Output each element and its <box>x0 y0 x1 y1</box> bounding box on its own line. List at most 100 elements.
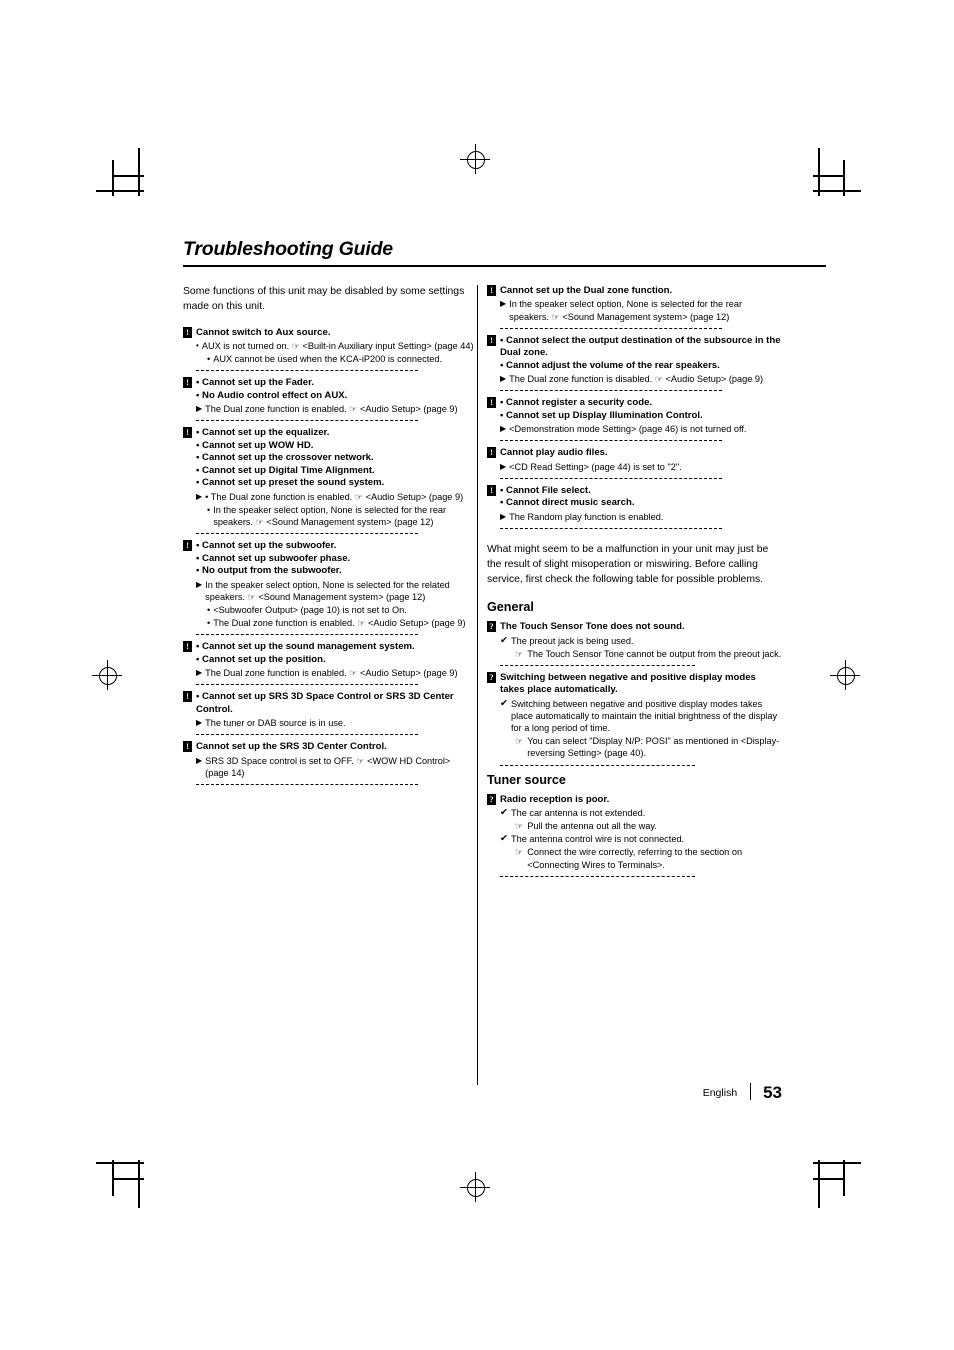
entry-symptom: • No Audio control effect on AUX. <box>196 389 348 401</box>
entry-symptom: • Cannot set up preset the sound system. <box>196 477 385 489</box>
entry-cause: ▶ The Dual zone function is enabled. ☞ <A… <box>196 403 475 415</box>
entry-text: AUX is not turned on. ☞ <Built-in Auxili… <box>201 341 474 351</box>
entry-cause: ✔ Switching between negative and positive… <box>500 698 782 734</box>
troubleshooting-entry: ? Radio reception is poor. ✔ The car antenn… <box>487 793 782 871</box>
entry-header: ! • Cannot set up the sound management sy… <box>183 641 475 666</box>
entry-cause: ▶ In the speaker select option, None is s… <box>500 298 782 322</box>
entry-symptom-lines: • Cannot set up the equalizer. • Cannot s… <box>196 427 384 489</box>
registration-mark-top <box>460 144 490 174</box>
arrow-icon: ▶ <box>196 668 203 678</box>
entry-divider <box>196 784 418 785</box>
check-icon: ✔ <box>500 806 508 818</box>
registration-mark-left <box>92 660 122 690</box>
entry-text: • The Dual zone function is enabled. ☞ <… <box>205 491 464 502</box>
question-badge-icon: ? <box>487 793 496 805</box>
section-heading: General <box>487 600 534 615</box>
entry-divider <box>196 420 418 422</box>
intro-paragraph-left: Some functions of this unit may be disab… <box>183 286 465 312</box>
entry-header: ! • Cannot select the output destination … <box>487 334 782 372</box>
hand-icon: ☞ <box>515 648 524 659</box>
intro-paragraph-right: What might seem to be a malfunction in y… <box>487 544 769 585</box>
entry-symptom: • No output from the subwoofer. <box>196 565 342 577</box>
entry-text: The preout jack is being used. <box>510 635 634 646</box>
crop-mark-top-left-h <box>96 190 144 192</box>
entry-cause: ▶ In the speaker select option, None is s… <box>196 579 475 603</box>
entry-symptom: • Cannot adjust the volume of the rear s… <box>500 359 720 371</box>
entry-cause: ✔ The preout jack is being used. <box>500 635 782 647</box>
warning-badge-icon: ! <box>183 377 192 389</box>
right-entry-list: ! Cannot set up the Dual zone function. ▶ I… <box>487 285 782 530</box>
entry-text: Connect the wire correctly, referring to… <box>527 847 743 870</box>
footer-language: English <box>702 1087 738 1099</box>
entry-text: Pull the antenna out all the way. <box>527 821 657 832</box>
entry-header: ? Switching between negative and positive… <box>487 671 782 697</box>
troubleshooting-entry: ! • Cannot select the output destination … <box>487 334 782 386</box>
troubleshooting-entry: ! Cannot set up the Dual zone function. ▶ I… <box>487 285 782 323</box>
entry-cause: ▶ SRS 3D Space control is set to OFF. ☞ <… <box>196 755 475 779</box>
warning-badge-icon: ! <box>487 484 496 496</box>
entry-text: <Demonstration mode Setting> (page 46) i… <box>509 424 747 435</box>
entry-text: The Touch Sensor Tone cannot be output f… <box>527 648 782 659</box>
troubleshooting-entry: ! • Cannot set up SRS 3D Space Control or… <box>183 691 475 729</box>
entry-divider <box>500 528 722 530</box>
entry-symptom: • Cannot File select. <box>500 484 591 496</box>
entry-symptom-lines: Cannot switch to Aux source. <box>196 327 331 339</box>
crop-mark-top-left-v <box>138 148 140 196</box>
entry-symptom: • Cannot select the output destination o… <box>500 334 781 359</box>
entry-text: <CD Read Setting> (page 44) is set to "2… <box>509 461 682 472</box>
entry-text: The Dual zone function is disabled. ☞ <A… <box>509 374 764 385</box>
entry-text: SRS 3D Space control is set to OFF. ☞ <W… <box>205 755 451 778</box>
warning-badge-icon: ! <box>183 540 192 552</box>
arrow-icon: ▶ <box>500 374 507 384</box>
arrow-icon: ▶ <box>196 718 203 728</box>
crop-mark-bottom-left-h2 <box>112 1178 144 1180</box>
warning-badge-icon: ! <box>183 326 192 338</box>
check-icon: ✔ <box>500 697 508 709</box>
entry-divider <box>500 390 722 392</box>
arrow-icon: ▶ <box>500 511 507 521</box>
entry-text: You can select "Display N/P: POSI" as me… <box>527 736 780 759</box>
entry-symptom: • Cannot register a security code. <box>500 397 653 409</box>
entry-symptom: • Cannot set up the sound management sys… <box>196 641 415 653</box>
hand-icon: ☞ <box>515 821 524 832</box>
crop-mark-top-right-h <box>813 190 861 192</box>
entry-symptom: Cannot play audio files. <box>500 447 608 459</box>
entry-symptom: • Cannot set up WOW HD. <box>196 439 314 451</box>
entry-text: In the speaker select option, None is se… <box>205 579 450 602</box>
troubleshooting-entry: ! Cannot play audio files. ▶ <CD Read Setti… <box>487 447 782 473</box>
troubleshooting-entry: ! • Cannot set up the sound management sy… <box>183 641 475 679</box>
crop-mark-top-left-v2 <box>112 160 114 196</box>
section-list: General? The Touch Sensor Tone does not s… <box>487 599 782 877</box>
entry-symptom-lines: Radio reception is poor. <box>500 794 609 806</box>
page-title: Troubleshooting Guide <box>183 238 393 260</box>
arrow-icon: ▶ <box>500 299 507 309</box>
entry-symptom: • Cannot set up the equalizer. <box>196 427 330 439</box>
entry-symptom-lines: The Touch Sensor Tone does not sound. <box>500 621 685 633</box>
arrow-icon: ▶ <box>196 579 203 589</box>
entry-header: ! • Cannot File select. • Cannot direct mu… <box>487 484 782 510</box>
entry-divider <box>500 664 695 666</box>
entry-divider <box>500 477 722 479</box>
troubleshooting-entry: ! • Cannot set up the Fader. • No Audio co… <box>183 377 475 415</box>
entry-remedy: ☞ Connect the wire correctly, referring t… <box>515 846 782 870</box>
entry-header: ! Cannot switch to Aux source. <box>183 326 475 339</box>
warning-badge-icon: ! <box>487 285 496 296</box>
entry-header: ! Cannot play audio files. <box>487 447 782 459</box>
entry-text: The Dual zone function is enabled. ☞ <Au… <box>205 668 458 679</box>
entry-symptom: • Cannot direct music search. <box>500 497 635 509</box>
troubleshooting-entry: ! Cannot switch to Aux source. • AUX is not… <box>183 326 475 366</box>
page-canvas: Troubleshooting Guide Some functions of … <box>0 0 954 1350</box>
entry-symptom: Radio reception is poor. <box>500 793 610 805</box>
right-column: ! Cannot set up the Dual zone function. ▶ I… <box>487 285 782 883</box>
entry-cause: ▶ The Random play function is enabled. <box>500 511 782 523</box>
entry-symptom-lines: • Cannot set up the subwoofer. • Cannot s… <box>196 540 350 577</box>
arrow-icon: ▶ <box>500 461 507 471</box>
entry-text: The tuner or DAB source is in use. <box>205 718 346 729</box>
entry-cause: ▶ <CD Read Setting> (page 44) is set to "… <box>500 461 782 473</box>
entry-header: ? Radio reception is poor. <box>487 793 782 806</box>
warning-badge-icon: ! <box>487 397 496 409</box>
entry-symptom: Switching between negative and positive … <box>500 671 756 696</box>
entry-header: ! Cannot set up the SRS 3D Center Control… <box>183 741 475 753</box>
registration-mark-right <box>830 660 860 690</box>
entry-remedy: ☞ Pull the antenna out all the way. <box>515 820 782 832</box>
